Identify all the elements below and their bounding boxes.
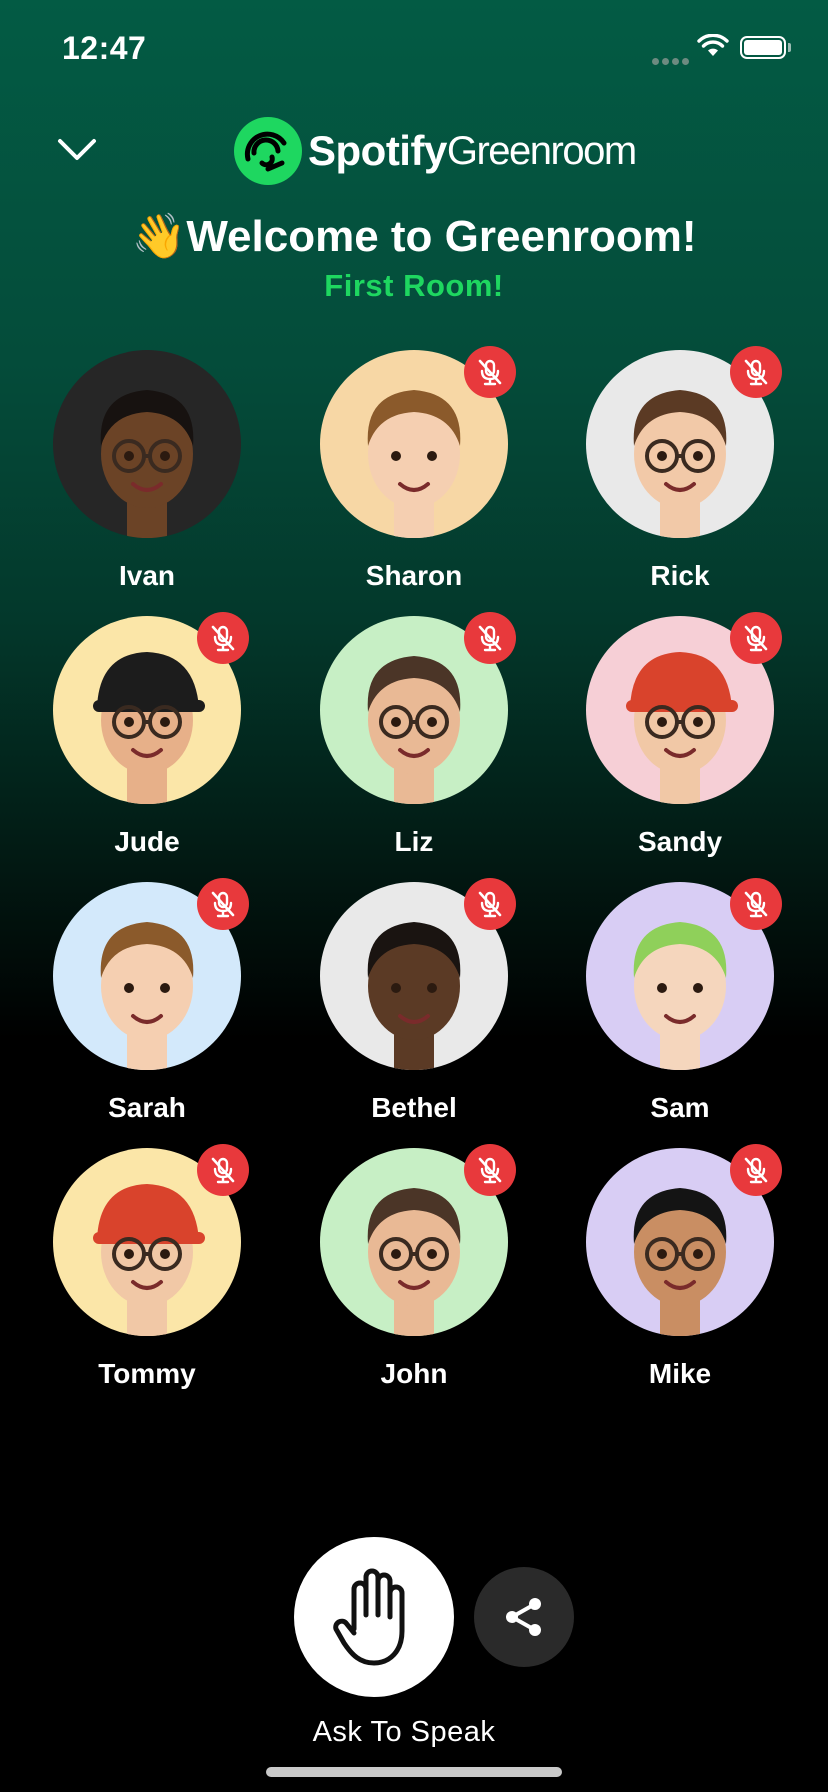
share-button[interactable] — [474, 1567, 574, 1667]
status-bar: 12:47 — [0, 0, 828, 100]
participant-name: Ivan — [118, 560, 176, 591]
logo-product-text: Greenroom — [446, 128, 637, 173]
participant-tile[interactable]: Sam — [580, 878, 782, 1132]
participant-tile[interactable]: Mike — [580, 1144, 782, 1398]
minimize-room-button[interactable] — [52, 130, 102, 170]
muted-mic-icon — [464, 612, 516, 664]
battery-icon — [740, 36, 786, 59]
participant-name: Liz — [394, 826, 434, 857]
room-title: First Room! — [324, 268, 504, 303]
avatar — [53, 350, 241, 538]
participant-name: Bethel — [371, 1092, 457, 1123]
participant-tile[interactable]: Ivan — [47, 350, 247, 600]
participant-name: Tommy — [98, 1358, 196, 1389]
welcome-text: Welcome to Greenroom! — [186, 212, 697, 261]
chevron-down-icon — [58, 139, 96, 160]
spotify-greenroom-logo: Spotify Greenroom — [234, 117, 637, 185]
logo-brand-text: Spotify — [308, 127, 447, 174]
muted-mic-icon — [730, 612, 782, 664]
participant-name: Mike — [648, 1358, 712, 1389]
participant-name: Sharon — [365, 560, 463, 591]
participant-name: Rick — [650, 560, 710, 591]
home-indicator[interactable] — [266, 1767, 562, 1777]
participant-grid: Ivan Sharon Rick Jude Liz Sandy Sarah Bethel Sam… — [0, 346, 828, 1420]
participant-tile[interactable]: Bethel — [314, 878, 516, 1132]
participant-tile[interactable]: John — [314, 1144, 516, 1398]
participant-name: John — [380, 1358, 448, 1389]
waving-hand-emoji: 👋 — [131, 212, 187, 261]
wifi-icon — [697, 33, 729, 63]
muted-mic-icon — [730, 346, 782, 398]
muted-mic-icon — [730, 1144, 782, 1196]
status-time: 12:47 — [62, 30, 147, 66]
participant-tile[interactable]: Liz — [314, 612, 516, 866]
participant-tile[interactable]: Rick — [580, 346, 782, 600]
participant-name: Jude — [114, 826, 180, 857]
cellular-signal-icon — [652, 52, 692, 70]
participant-tile[interactable]: Sandy — [580, 612, 782, 866]
ask-to-speak-label: Ask To Speak — [312, 1716, 496, 1748]
welcome-heading: 👋Welcome to Greenroom! — [0, 210, 828, 262]
muted-mic-icon — [464, 878, 516, 930]
participant-name: Sam — [650, 1092, 710, 1123]
greenroom-logo-icon — [234, 117, 302, 185]
ask-to-speak-button[interactable] — [294, 1537, 454, 1697]
muted-mic-icon — [197, 1144, 249, 1196]
participant-tile[interactable]: Sharon — [314, 346, 516, 600]
participant-tile[interactable]: Sarah — [47, 878, 249, 1132]
raised-hand-icon — [333, 1568, 405, 1666]
muted-mic-icon — [464, 1144, 516, 1196]
battery-cap — [788, 43, 791, 52]
muted-mic-icon — [197, 612, 249, 664]
muted-mic-icon — [730, 878, 782, 930]
muted-mic-icon — [197, 878, 249, 930]
share-icon — [506, 1598, 541, 1636]
muted-mic-icon — [464, 346, 516, 398]
participant-tile[interactable]: Jude — [47, 612, 249, 866]
participant-name: Sarah — [108, 1092, 186, 1123]
participant-tile[interactable]: Tommy — [47, 1144, 249, 1398]
participant-name: Sandy — [637, 826, 723, 857]
